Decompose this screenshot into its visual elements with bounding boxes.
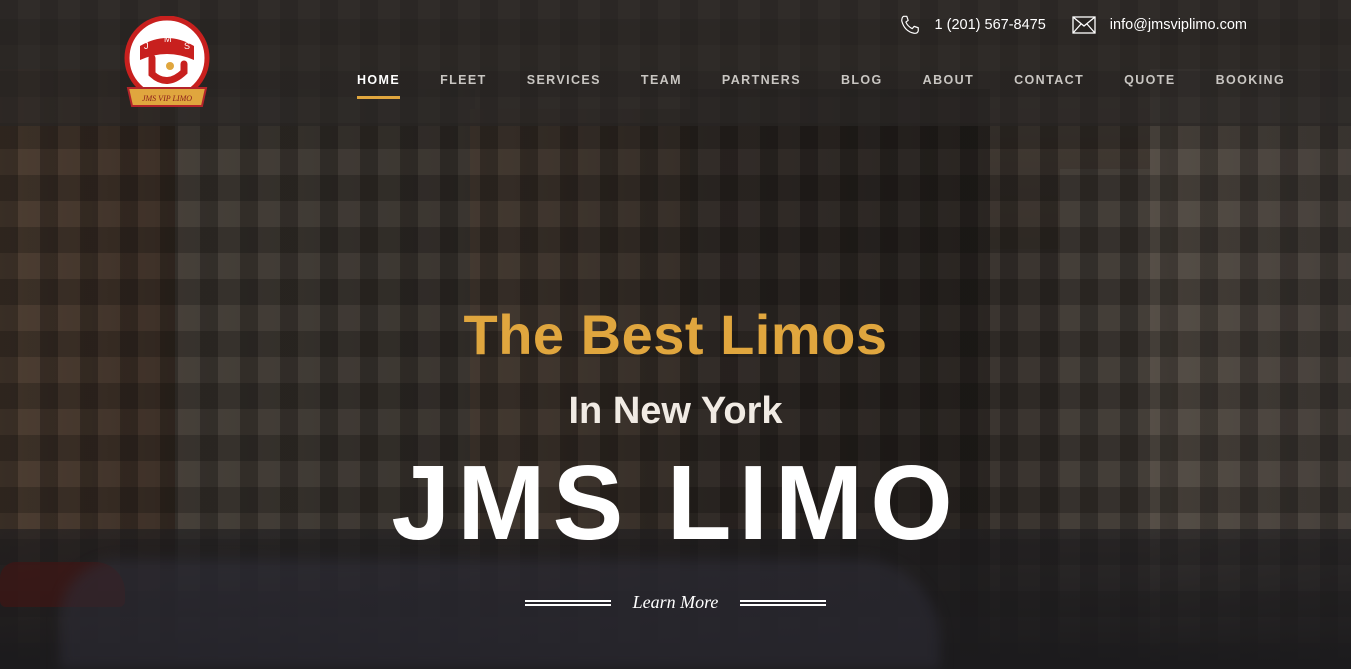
nav-team[interactable]: TEAM [641,73,682,99]
nav-contact[interactable]: CONTACT [1014,73,1084,99]
hero-brand-title: JMS LIMO [391,444,960,562]
jms-logo-icon: J M S JMS VIP LIMO [124,15,210,107]
hero-subheadline: In New York [568,390,783,432]
nav-about[interactable]: ABOUT [923,73,974,99]
site-header: J M S JMS VIP LIMO 1 (201) 567-8475 info… [0,0,1351,126]
phone-icon [900,15,919,34]
contact-info: 1 (201) 567-8475 info@jmsviplimo.com [899,14,1247,36]
learn-more-section: Learn More [0,592,1351,613]
logo[interactable]: J M S JMS VIP LIMO [122,15,212,114]
nav-fleet[interactable]: FLEET [440,73,487,99]
nav-blog[interactable]: BLOG [841,73,883,99]
svg-text:JMS VIP LIMO: JMS VIP LIMO [142,94,192,103]
nav-partners[interactable]: PARTNERS [722,73,801,99]
email-contact[interactable]: info@jmsviplimo.com [1072,16,1247,34]
learn-more-link[interactable]: Learn More [633,592,719,613]
envelope-icon [1072,16,1096,34]
nav-home[interactable]: HOME [357,73,401,99]
nav-services[interactable]: SERVICES [527,73,601,99]
hero-headline: The Best Limos [463,303,888,366]
decorative-rule-right [740,599,827,606]
main-nav: HOME FLEET SERVICES TEAM PARTNERS BLOG A… [357,73,1325,99]
svg-text:M: M [164,34,172,44]
decorative-rule-left [524,599,611,606]
email-address: info@jmsviplimo.com [1109,17,1247,33]
phone-number: 1 (201) 567-8475 [934,17,1046,33]
svg-text:S: S [184,41,190,51]
phone-contact[interactable]: 1 (201) 567-8475 [899,14,1046,36]
nav-quote[interactable]: QUOTE [1124,73,1175,99]
svg-text:J: J [144,41,149,51]
nav-booking[interactable]: BOOKING [1216,73,1286,99]
